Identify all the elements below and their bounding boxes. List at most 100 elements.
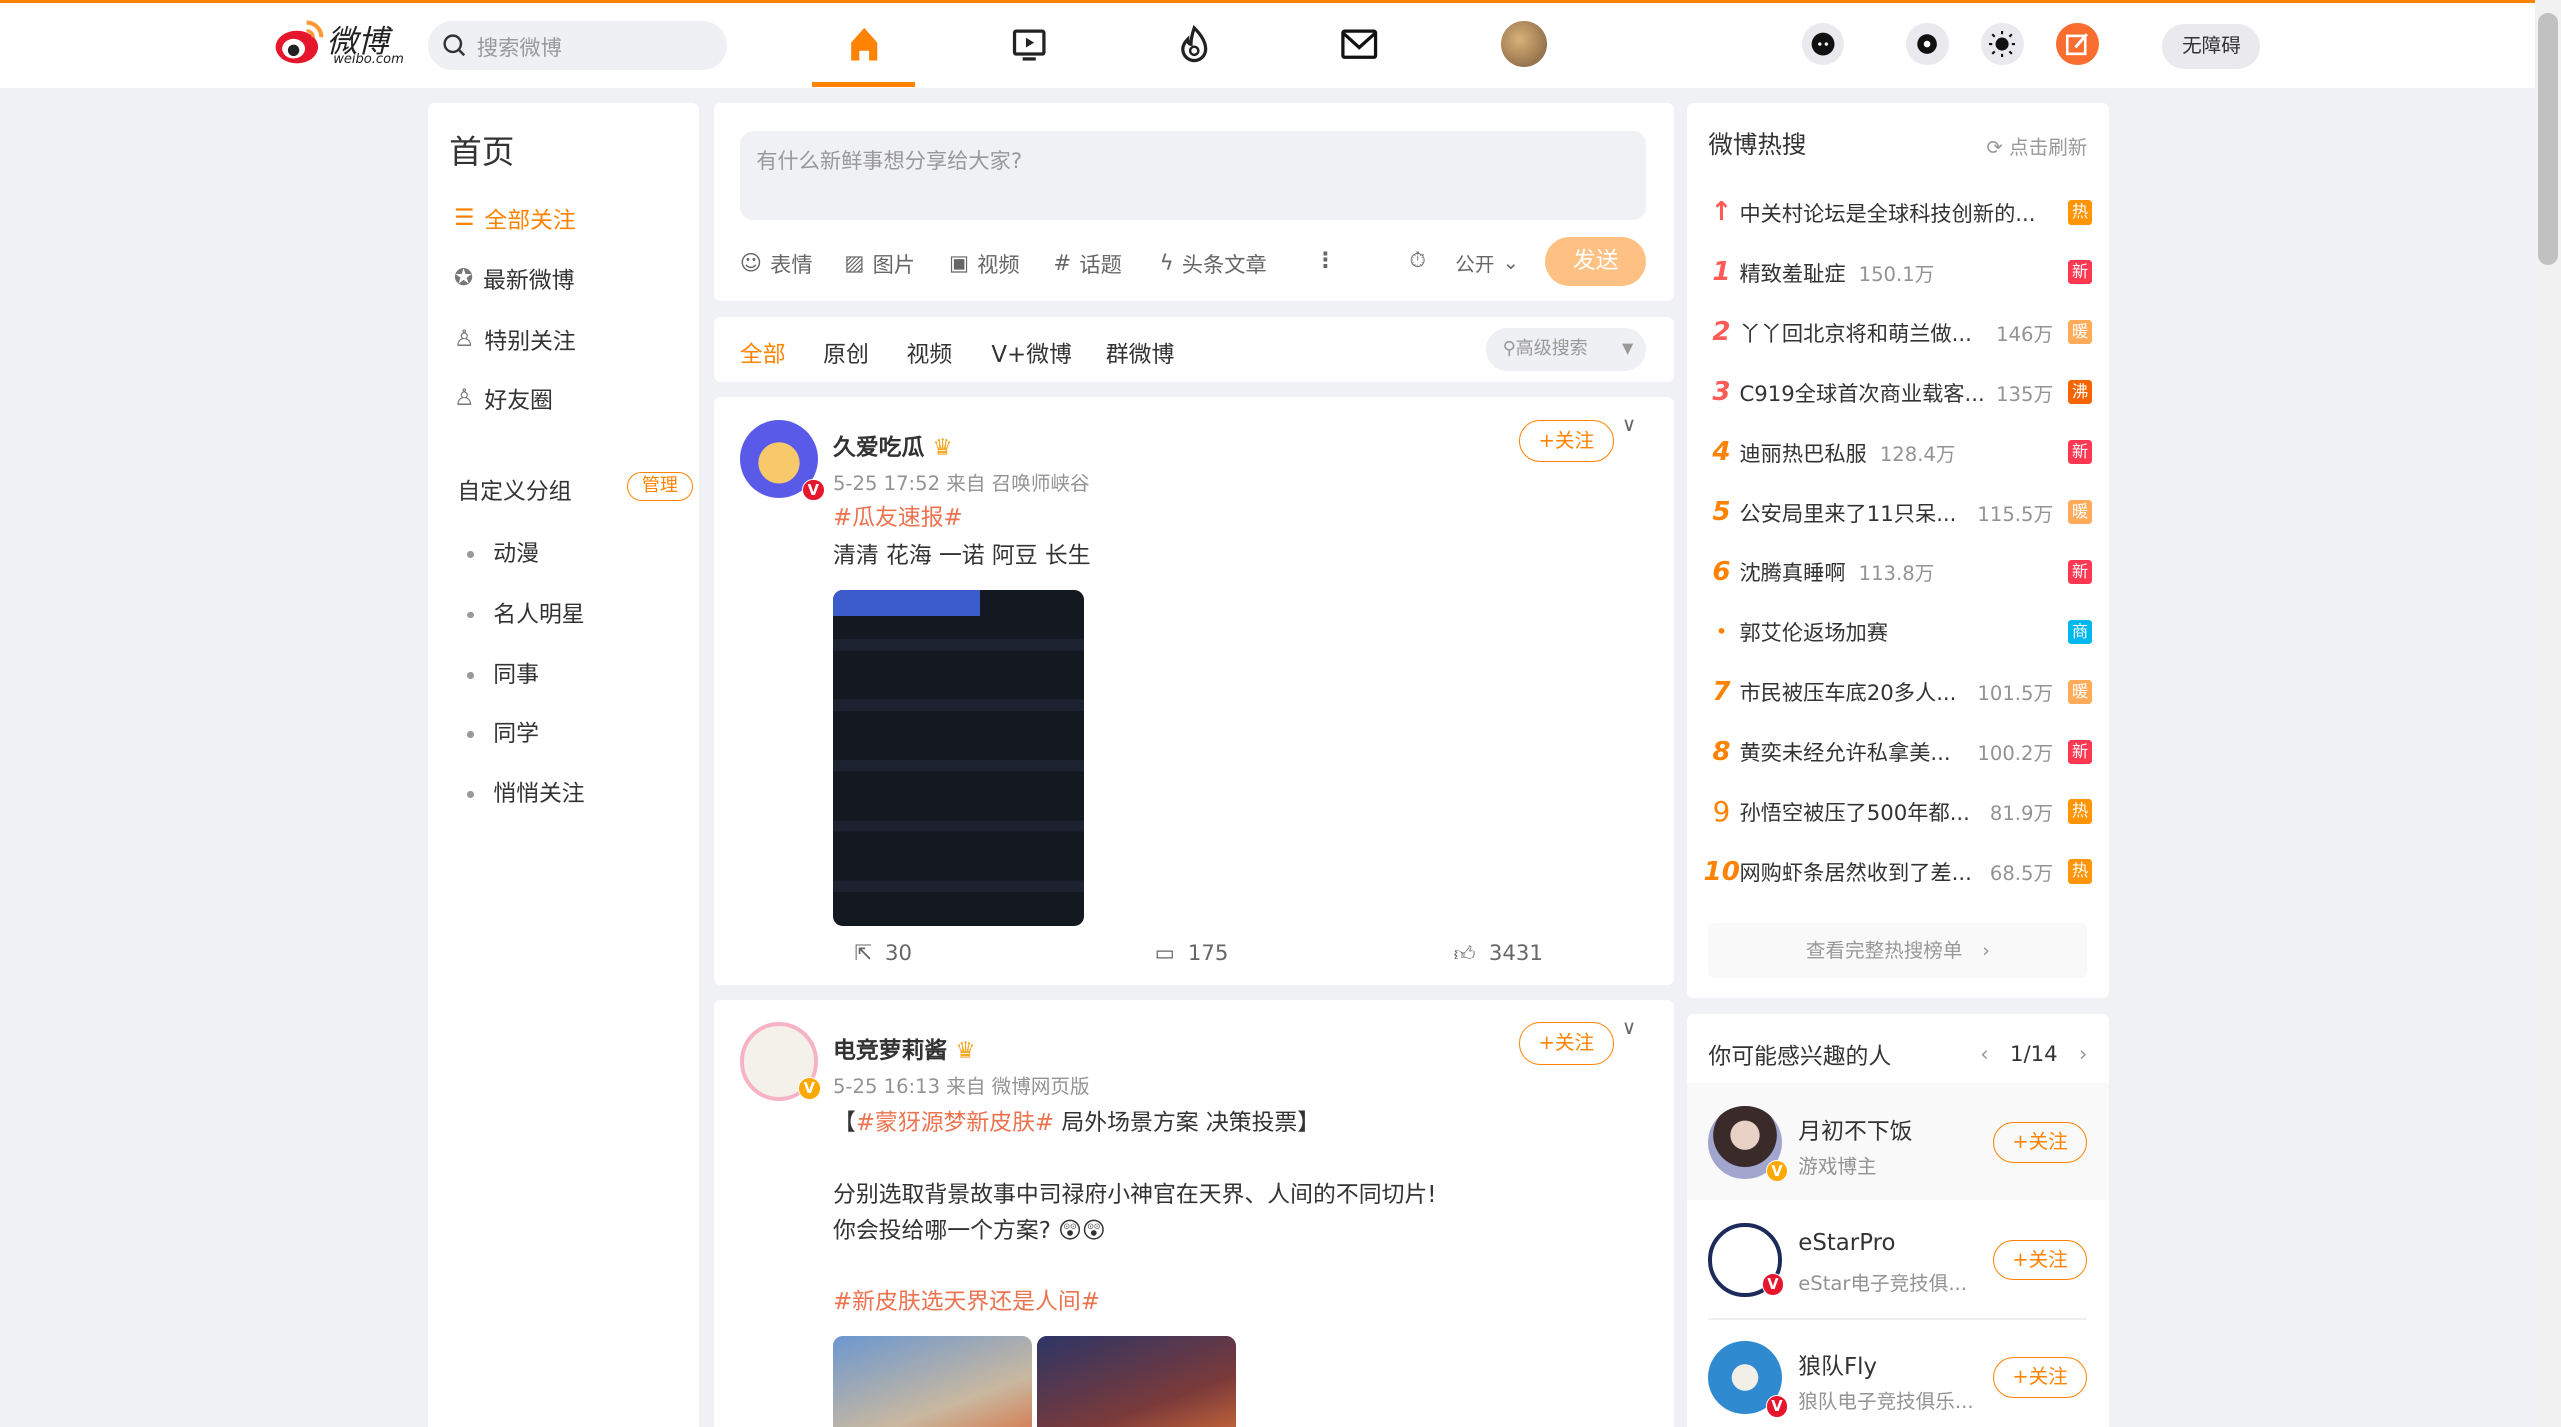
game-icon[interactable] [1801,22,1844,66]
manage-groups-button[interactable]: 管理 [627,472,693,502]
group-item[interactable]: 悄悄关注 [467,774,584,808]
article-button[interactable]: ϟ 头条文章 [1160,248,1267,279]
post-username[interactable]: 久爱吃瓜 ♛ [833,428,953,462]
hot-search-item[interactable]: 9 孙悟空被压了500年都... 81.9万热 [1704,795,2093,828]
user-avatar[interactable]: V [1708,1340,1789,1418]
follow-button[interactable]: +关注 [1518,419,1614,463]
post-hashtag[interactable]: #瓜友速报# [833,501,963,537]
hot-search-count: 135万 [1996,382,2054,406]
hot-search-title: 网购虾条居然收到了差... [1739,861,1972,887]
tab-original[interactable]: 原创 [823,335,869,369]
post-text-line: 【#蒙犽源梦新皮肤# 局外场景方案 决策投票】 [832,1109,1321,1136]
compose-edit-icon[interactable] [2056,22,2099,66]
send-button[interactable]: 发送 [1545,236,1647,286]
post-hashtag[interactable]: #新皮肤选天界还是人间# [833,1285,1100,1321]
accessibility-button[interactable]: 无障碍 [2162,24,2261,69]
post-avatar[interactable]: V [739,419,825,502]
theme-sun-icon[interactable] [1981,22,2024,66]
sidebar-item-friends[interactable]: ♙ 好友圈 [454,381,553,415]
chevron-down-icon[interactable]: ∨ [1622,413,1636,436]
repost-button[interactable]: ⇱ 30 [854,941,912,966]
topic-button[interactable]: # 话题 [1053,248,1121,279]
emoji-button[interactable]: ☺ 表情 [740,248,813,279]
verified-badge-icon: V [1761,1273,1785,1297]
video-button[interactable]: ▣ 视频 [949,248,1020,279]
compose-card: 有什么新鲜事想分享给大家? ☺ 表情 ▨ 图片 ▣ 视频 # 话题 ϟ 头条文章 ⋮ ⏱ … [713,102,1675,301]
recommend-user[interactable]: V eStarPro eStar电子竞技俱... +关注 [1687,1200,2108,1318]
weibo-logo[interactable]: 微博 weibo.com [274,16,411,72]
more-icon[interactable]: ⋮ [1315,248,1336,273]
user-avatar[interactable] [1501,21,1547,67]
advanced-search-button[interactable]: ⚲高级搜索 ▼ [1486,328,1647,371]
settings-gear-icon[interactable] [1906,22,1949,66]
refresh-button[interactable]: ⟳ 点击刷新 [1986,131,2087,160]
search-input[interactable]: 搜索微博 [427,21,727,71]
hot-search-item[interactable]: 4 迪丽热巴私服 128.4万 新 [1704,436,2093,469]
user-avatar[interactable]: V [1708,1223,1785,1297]
scrollbar-thumb[interactable] [2538,13,2558,265]
recommend-title: 你可能感兴趣的人 [1708,1044,1892,1071]
post-avatar[interactable]: V [739,1022,821,1101]
hot-search-item[interactable]: 5 公安局里来了11只呆... 115.5万暖 [1704,496,2093,529]
post-text-line: 分别选取背景故事中司禄府小神官在天界、人间的不同切片! [832,1181,1437,1208]
tab-vplus[interactable]: V+微博 [991,335,1072,369]
image-button[interactable]: ▨ 图片 [844,248,915,279]
follow-button[interactable]: +关注 [1992,1357,2088,1399]
sidebar-item-all-follow[interactable]: ☰ 全部关注 [454,201,576,235]
sidebar-item-latest[interactable]: ✪ 最新微博 [454,261,574,295]
follow-button[interactable]: +关注 [1992,1239,2088,1281]
hot-search-title: 微博热搜 [1708,129,1807,159]
hot-search-item[interactable]: 7 市民被压车底20多人... 101.5万暖 [1704,676,2093,709]
full-hot-list-button[interactable]: 查看完整热搜榜单 › [1708,922,2088,979]
home-active-indicator [811,81,915,87]
hot-search-item[interactable]: • 郭艾伦返场加赛 商 [1704,616,2093,649]
group-item[interactable]: 同事 [467,655,539,689]
hot-search-item[interactable]: 3 C919全球首次商业载客... 135万沸 [1704,376,2093,409]
chevron-down-icon[interactable]: ∨ [1622,1016,1636,1039]
user-avatar[interactable]: V [1708,1105,1789,1183]
post-username[interactable]: 电竞萝莉酱 ♛ [833,1031,976,1065]
hot-rank: 6 [1712,556,1731,587]
hot-rank: 7 [1712,676,1731,707]
compose-textarea[interactable]: 有什么新鲜事想分享给大家? [739,130,1647,221]
hot-search-title: 市民被压车底20多人... [1739,681,1957,707]
post-image[interactable] [832,1336,1033,1427]
recommend-user[interactable]: V 月初不下饭 游戏博主 +关注 [1687,1082,2109,1201]
tab-group[interactable]: 群微博 [1106,335,1175,369]
hot-search-item[interactable]: 8 黄奕未经允许私拿美... 100.2万新 [1704,735,2093,768]
verified-badge-icon: V [801,478,825,502]
home-icon[interactable] [843,23,885,65]
hot-search-item[interactable]: 2 丫丫回北京将和萌兰做... 146万暖 [1704,316,2093,349]
sidebar-item-special-follow[interactable]: ♙ 特别关注 [454,322,576,356]
follow-button[interactable]: +关注 [1992,1122,2088,1163]
recommend-panel: 你可能感兴趣的人 ‹ 1/14 › V 月初不下饭 游戏博主 +关注 V eSt… [1687,1014,2109,1427]
chevron-right-icon: › [1982,938,1990,962]
like-button[interactable]: 👍︎ 3431 [1454,941,1543,967]
hot-icon[interactable] [1173,23,1215,65]
search-icon: ⚲ [1502,338,1516,360]
hot-search-item[interactable]: 1 精致羞耻症 150.1万 新 [1704,256,2093,289]
feed-post: V 电竞萝莉酱 ♛ 5-25 16:13 来自 微博网页版 +关注 ∨ 【#蒙犽… [713,999,1675,1427]
tab-all[interactable]: 全部 [740,335,786,369]
chevron-left-icon[interactable]: ‹ [1980,1042,1989,1067]
hot-search-count: 128.4万 [1879,442,1956,466]
hot-search-item[interactable]: 10 网购虾条居然收到了差... 68.5万热 [1704,855,2093,888]
group-item[interactable]: 同学 [467,714,539,748]
hot-search-item[interactable]: ↑ 中关村论坛是全球科技创新的... 热 [1704,196,2093,229]
video-icon[interactable] [1008,23,1050,65]
image-icon: ▨ [844,251,865,277]
tab-video[interactable]: 视频 [906,335,952,369]
hot-search-item[interactable]: 6 沈腾真睡啊 113.8万 新 [1704,556,2093,589]
comment-button[interactable]: ▭ 175 [1155,941,1229,966]
schedule-icon[interactable]: ⏱ [1410,248,1427,273]
visibility-select[interactable]: 公开 ⌄ [1455,248,1519,277]
follow-button[interactable]: +关注 [1518,1022,1614,1065]
group-item[interactable]: 动漫 [467,534,539,568]
post-image[interactable] [832,589,1085,927]
recommend-user[interactable]: V 狼队Fly 狼队电子竞技俱乐... +关注 [1687,1318,2108,1427]
chevron-right-icon[interactable]: › [2079,1042,2088,1067]
hot-search-badge: 新 [2067,739,2093,765]
post-image[interactable] [1037,1336,1237,1427]
group-item[interactable]: 名人明星 [467,595,584,629]
message-icon[interactable] [1338,23,1380,65]
